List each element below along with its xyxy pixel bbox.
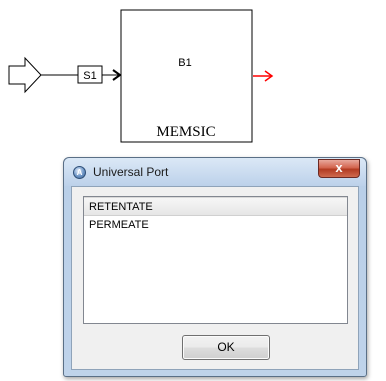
ok-button[interactable]: OK	[182, 335, 270, 360]
stream-label: S1	[83, 70, 96, 82]
aspen-app-icon: A	[73, 166, 86, 179]
dialog-client-area: RETENTATE PERMEATE OK	[71, 186, 359, 370]
block-name: MEMSIC	[156, 124, 215, 140]
universal-port-dialog: A Universal Port x RETENTATE PERMEATE OK	[63, 157, 367, 377]
list-item-permeate[interactable]: PERMEATE	[84, 216, 347, 235]
block-b1[interactable]	[120, 9, 253, 143]
port-list[interactable]: RETENTATE PERMEATE	[83, 196, 348, 324]
close-button[interactable]: x	[318, 159, 360, 178]
list-item-retentate[interactable]: RETENTATE	[84, 197, 347, 216]
ok-button-label: OK	[217, 340, 235, 354]
list-item-label: PERMEATE	[89, 219, 149, 231]
dialog-title: Universal Port	[93, 165, 169, 179]
dialog-titlebar[interactable]: A Universal Port x	[64, 158, 366, 186]
list-item-label: RETENTATE	[89, 201, 153, 213]
close-icon: x	[335, 160, 343, 175]
flowsheet: S1 B1 MEMSIC	[8, 9, 274, 143]
feed-inlet-arrow[interactable]	[8, 56, 42, 94]
flowsheet-canvas: S1 B1 MEMSIC A Universal Port x RETENTAT…	[0, 0, 386, 381]
block-id: B1	[178, 57, 191, 69]
